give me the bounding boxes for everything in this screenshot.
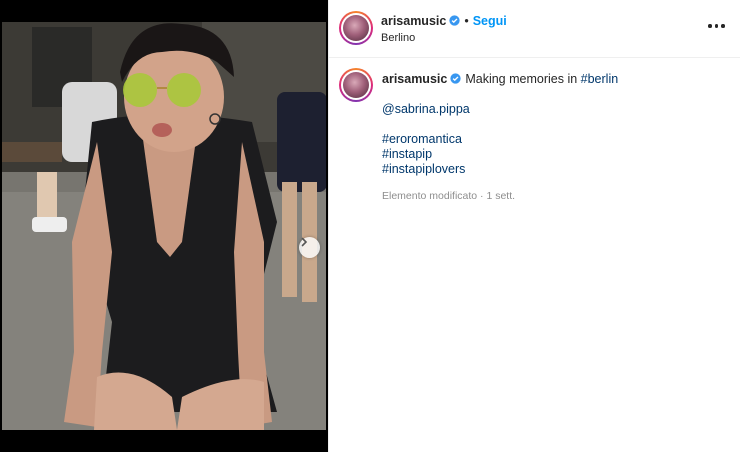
caption-text: Making memories in: [465, 72, 578, 86]
hashtag-link[interactable]: #eroromantica: [382, 132, 722, 147]
post-sidebar: arisamusic • Segui Berlino arisamusic Mak…: [328, 0, 740, 452]
caption-username[interactable]: arisamusic: [382, 72, 447, 86]
username-link[interactable]: arisamusic: [381, 14, 446, 28]
next-slide-button[interactable]: [299, 237, 320, 258]
follow-button[interactable]: Segui: [473, 14, 507, 28]
separator: •: [464, 14, 469, 28]
post-modal: arisamusic • Segui Berlino arisamusic Mak…: [0, 0, 740, 452]
edited-timestamp: Elemento modificato · 1 sett.: [382, 190, 516, 202]
hashtag-link[interactable]: #instapip: [382, 147, 722, 162]
location-link[interactable]: Berlino: [381, 32, 415, 44]
chevron-right-icon: [301, 237, 308, 247]
post-header: arisamusic • Segui Berlino: [329, 0, 740, 58]
post-photo[interactable]: [2, 22, 326, 430]
caption: arisamusic Making memories in #berlin @s…: [382, 72, 722, 204]
mention-link[interactable]: @sabrina.pippa: [382, 102, 722, 117]
verified-badge-icon: [449, 15, 460, 26]
photo-image: [2, 22, 326, 430]
more-options-icon[interactable]: [708, 22, 726, 30]
avatar[interactable]: [339, 11, 373, 45]
caption-avatar[interactable]: [339, 68, 373, 102]
verified-badge-icon: [450, 73, 461, 84]
hashtag-link[interactable]: #instapiplovers: [382, 162, 722, 177]
caption-hashtag[interactable]: #berlin: [581, 72, 619, 86]
